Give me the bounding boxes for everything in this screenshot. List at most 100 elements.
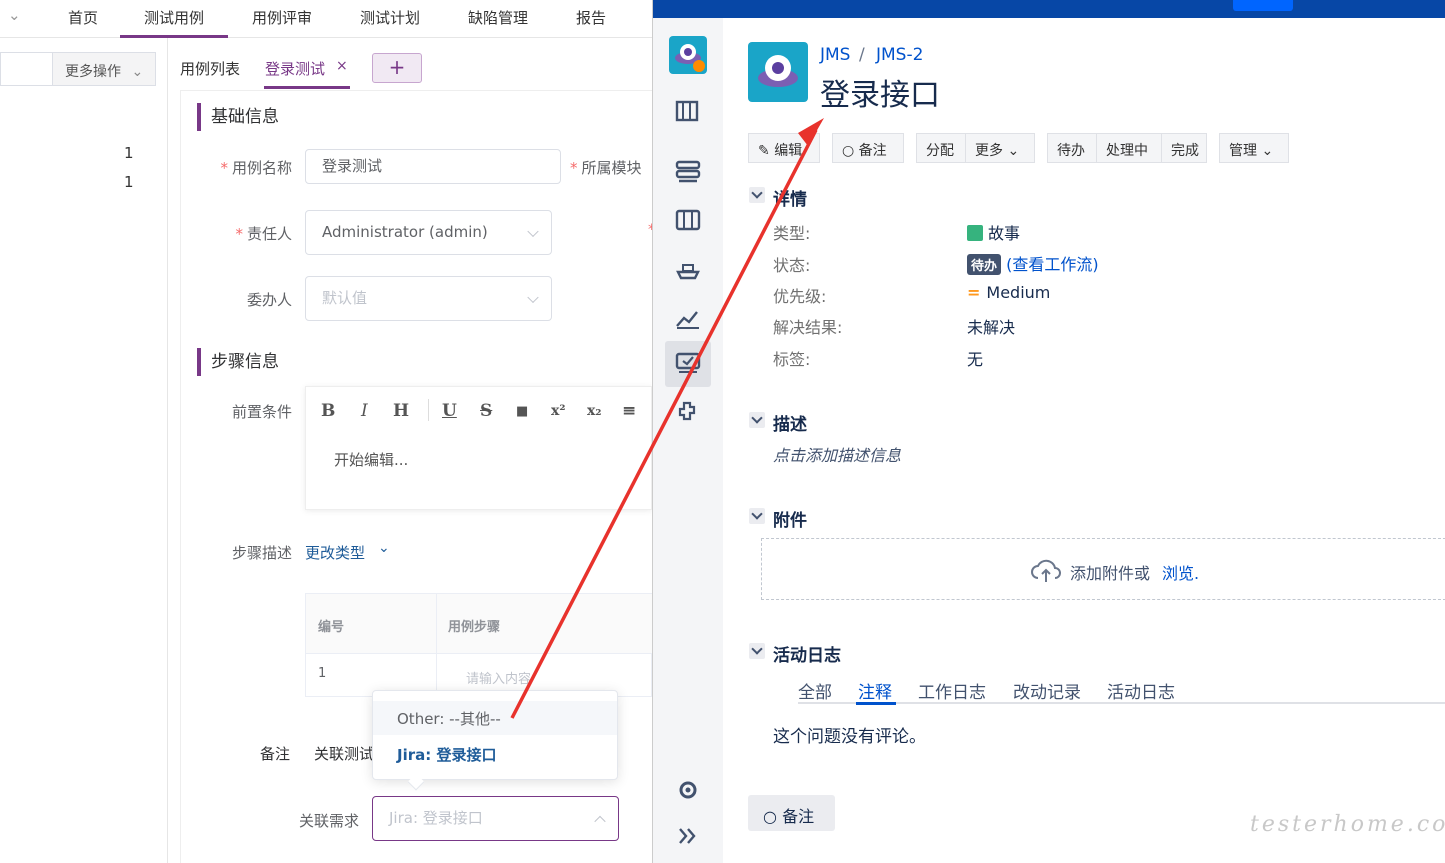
nav-report[interactable]: 报告 — [576, 7, 606, 28]
tab-comments[interactable]: 注释 — [858, 678, 892, 703]
toggle-activity[interactable] — [749, 643, 765, 659]
nav-test-plan[interactable]: 测试计划 — [360, 7, 420, 28]
precondition-editor[interactable]: B I H U S ■ x² x₂ ≡ 开始编辑... — [305, 386, 652, 510]
chevron-down-icon: ⌄ — [1261, 143, 1274, 159]
nav-case-review[interactable]: 用例评审 — [252, 7, 312, 28]
col-number: 编号 — [318, 620, 345, 635]
tab-activity[interactable]: 活动日志 — [1107, 678, 1175, 703]
todo-button[interactable]: 待办 — [1047, 133, 1097, 163]
description-placeholder[interactable]: 点击添加描述信息 — [773, 442, 901, 466]
toggle-attachments[interactable] — [749, 508, 765, 524]
tab-current-case[interactable]: 登录测试 — [265, 58, 325, 79]
bold-button[interactable]: B — [321, 401, 335, 421]
dropdown-option[interactable]: Other: --其他-- — [373, 701, 617, 735]
board-icon[interactable] — [675, 209, 701, 233]
editor-placeholder: 开始编辑... — [334, 451, 409, 469]
chevron-up-icon — [594, 815, 606, 827]
tab-worklog[interactable]: 工作日志 — [918, 678, 986, 703]
ship-icon[interactable] — [675, 258, 701, 282]
subscript-button[interactable]: x₂ — [587, 403, 601, 419]
requirement-label: 关联需求 — [298, 812, 359, 830]
edit-button[interactable]: ✎ 编辑 — [748, 133, 820, 163]
add-tab-button[interactable]: + — [372, 53, 422, 83]
tab-remark[interactable]: 备注 — [260, 743, 290, 764]
strikethrough-button[interactable]: S — [480, 401, 492, 421]
browse-link[interactable]: 浏览. — [1162, 560, 1199, 584]
watermark: testerhome.com — [1250, 812, 1445, 837]
expand-sidebar-icon[interactable] — [675, 824, 701, 848]
superscript-button[interactable]: x² — [551, 403, 565, 419]
done-button[interactable]: 完成 — [1161, 133, 1207, 163]
chevron-down-icon: ⌄ — [131, 64, 144, 80]
nav-home[interactable]: 首页 — [68, 7, 98, 28]
toggle-description[interactable] — [749, 412, 765, 428]
steps-info-title: 步骤信息 — [197, 348, 279, 376]
change-type-link[interactable]: 更改类型 — [305, 542, 365, 563]
close-icon[interactable]: × — [336, 58, 348, 74]
italic-button[interactable]: I — [361, 401, 368, 421]
jira-window: JMS / JMS-2 登录接口 ✎ 编辑 ○ 备注 分配 更多 ⌄ 待办 处理… — [652, 0, 1445, 863]
breadcrumb-project[interactable]: JMS — [820, 45, 850, 65]
addons-icon[interactable] — [675, 400, 701, 424]
issue-title: 登录接口 — [820, 78, 940, 113]
delegate-select[interactable]: 默认值 — [305, 276, 552, 321]
toolbar-divider — [428, 399, 429, 421]
view-workflow-link[interactable]: (查看工作流) — [1006, 255, 1099, 274]
steps-table: 编号 用例步骤 1 请输入内容 — [305, 593, 652, 698]
editor-toolbar: B I H U S ■ x² x₂ ≡ — [306, 387, 652, 435]
requirement-select[interactable]: Jira: 登录接口 — [372, 796, 619, 841]
requirement-dropdown: Other: --其他-- Jira: 登录接口 — [372, 690, 618, 780]
project-sidebar — [653, 18, 723, 863]
admin-button[interactable]: 管理 ⌄ — [1219, 133, 1289, 163]
more-button[interactable]: 更多 ⌄ — [965, 133, 1035, 163]
gear-icon[interactable] — [675, 778, 701, 802]
issues-icon[interactable] — [675, 352, 701, 376]
owner-select[interactable]: Administrator (admin) — [305, 210, 552, 255]
dropdown-option-selected[interactable]: Jira: 登录接口 — [373, 737, 617, 771]
priority-medium-icon: = — [967, 283, 981, 302]
heading-button[interactable]: H — [393, 401, 409, 421]
project-avatar[interactable] — [669, 36, 707, 74]
upload-cloud-icon — [1030, 557, 1062, 587]
precondition-label: 前置条件 — [231, 403, 292, 421]
step-input[interactable]: 请输入内容 — [466, 668, 531, 687]
comment-top-button[interactable]: ○ 备注 — [832, 133, 904, 163]
backlog-icon[interactable] — [675, 100, 701, 124]
in-progress-button[interactable]: 处理中 — [1096, 133, 1162, 163]
tree-search-box[interactable] — [0, 52, 52, 86]
underline-button[interactable]: U — [442, 401, 457, 421]
nav-test-cases[interactable]: 测试用例 — [144, 7, 204, 28]
comment-icon: ○ — [763, 807, 777, 826]
issue-type: 故事 — [967, 220, 1020, 244]
assign-button[interactable]: 分配 — [916, 133, 966, 163]
tab-related-tests[interactable]: 关联测试 — [314, 743, 374, 764]
nav-defects[interactable]: 缺陷管理 — [468, 7, 528, 28]
more-ops-label: 更多操作 — [65, 64, 121, 80]
add-comment-button[interactable]: ○ 备注 — [748, 795, 835, 831]
more-ops-button[interactable]: 更多操作 ⌄ — [52, 52, 156, 86]
tab-history[interactable]: 改动记录 — [1013, 678, 1081, 703]
bookmark-icon[interactable]: ■ — [516, 404, 528, 419]
chevron-down-icon[interactable]: ⌄ — [8, 6, 21, 24]
align-icon[interactable]: ≡ — [622, 401, 636, 421]
col-step: 用例步骤 — [448, 620, 501, 635]
top-nav: ⌄ 首页 测试用例 用例评审 测试计划 缺陷管理 报告 — [0, 0, 652, 38]
metersphere-window: ⌄ 首页 测试用例 用例评审 测试计划 缺陷管理 报告 更多操作 ⌄ 1 1 用… — [0, 0, 652, 863]
create-button[interactable] — [1233, 0, 1293, 11]
chevron-down-icon[interactable]: ⌄ — [378, 540, 390, 556]
toggle-details[interactable] — [749, 187, 765, 203]
step-desc-label: 步骤描述 — [231, 544, 292, 562]
attachment-dropzone[interactable]: 添加附件或 浏览. — [761, 538, 1445, 600]
releases-icon[interactable] — [675, 160, 701, 184]
tab-all[interactable]: 全部 — [798, 678, 832, 703]
owner-value: Administrator (admin) — [322, 223, 488, 241]
column-divider — [436, 594, 437, 698]
module-label: * 所属模块 — [570, 159, 642, 177]
breadcrumb-issue[interactable]: JMS-2 — [876, 45, 923, 65]
case-name-input[interactable]: 登录测试 — [305, 149, 561, 184]
detail-key: 状态: — [773, 256, 811, 275]
chevron-down-icon: ⌄ — [1007, 143, 1020, 159]
row-number: 1 — [318, 666, 327, 681]
reports-icon[interactable] — [675, 306, 701, 330]
tab-case-list[interactable]: 用例列表 — [180, 58, 240, 79]
